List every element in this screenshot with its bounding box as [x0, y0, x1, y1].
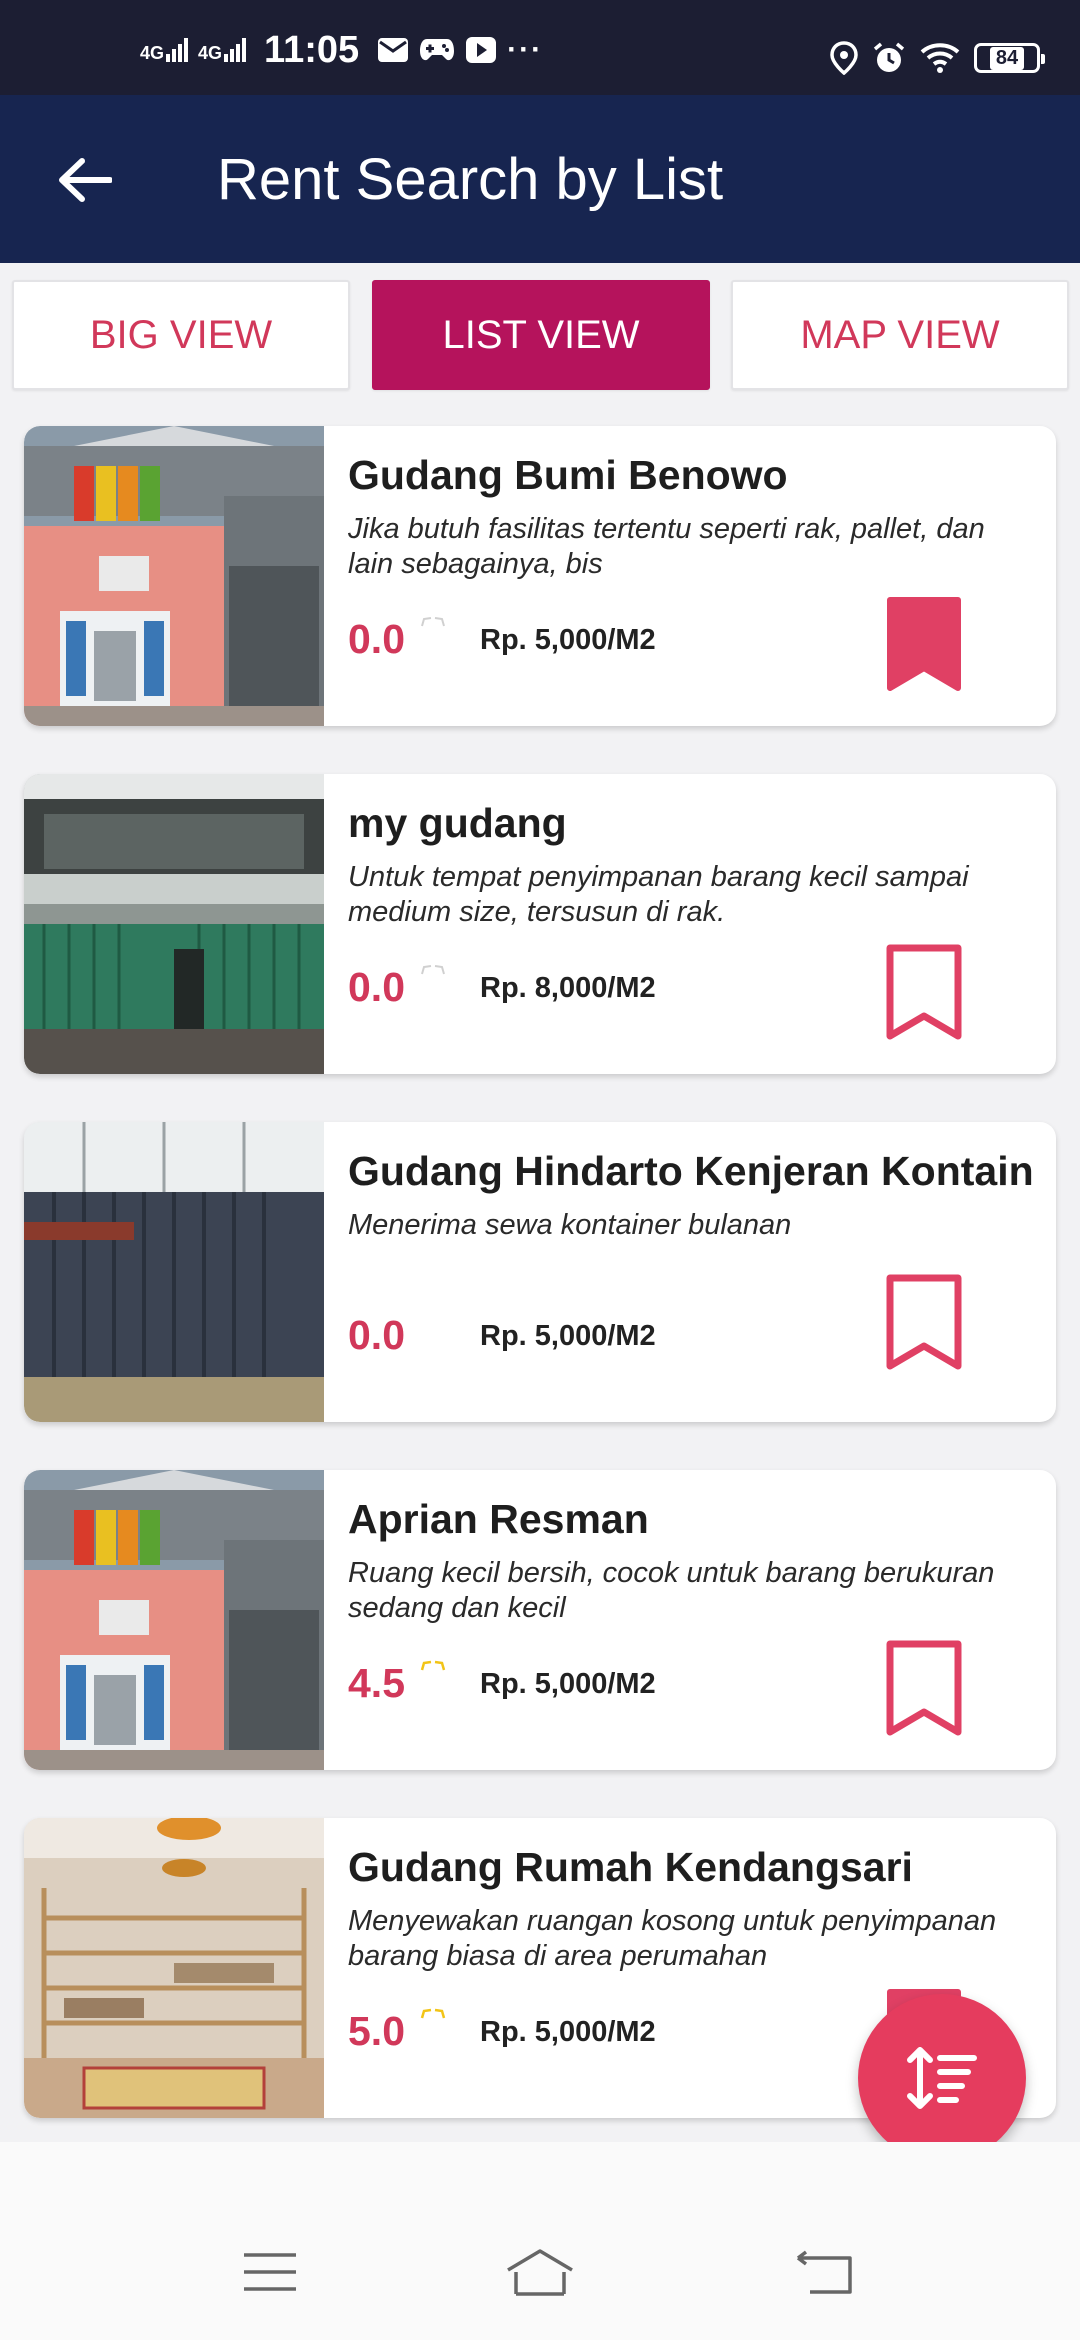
- bookmark-outline-icon[interactable]: [886, 944, 962, 1040]
- listing-image: [24, 1122, 324, 1422]
- tab-map-view[interactable]: MAP VIEW: [731, 280, 1069, 390]
- home-button[interactable]: [500, 2242, 580, 2302]
- arrow-left-icon: [59, 158, 112, 202]
- tab-big-view[interactable]: BIG VIEW: [12, 280, 350, 390]
- listing-rating: 0.0: [348, 964, 405, 1010]
- listing-title: Gudang Hindarto Kenjeran Kontain: [348, 1148, 1034, 1194]
- listing-image: [24, 1470, 324, 1770]
- gamepad-icon: [420, 39, 455, 61]
- mail-icon: [378, 38, 409, 62]
- star-empty-icon: [421, 965, 445, 975]
- signal-bars-1-icon: [166, 38, 189, 62]
- listing-description: Menyewakan ruangan kosong untuk penyimpa…: [348, 1905, 997, 1972]
- listing-card[interactable]: Gudang Bumi Benowo Jika butuh fasilitas …: [24, 426, 1056, 726]
- listing-card[interactable]: Gudang Hindarto Kenjeran Kontain Menerim…: [24, 1122, 1056, 1422]
- listing-rating: 5.0: [348, 2008, 405, 2054]
- listing-title: my gudang: [348, 800, 567, 846]
- listing-title: Aprian Resman: [348, 1496, 649, 1542]
- signal-2: 4G: [198, 38, 247, 63]
- listing-price: Rp. 5,000/M2: [480, 1668, 656, 1700]
- listing-card[interactable]: Aprian Resman Ruang kecil bersih, cocok …: [24, 1470, 1056, 1770]
- network-label-2: 4G: [198, 43, 223, 63]
- listing-description: Menerima sewa kontainer bulanan: [348, 1209, 792, 1241]
- youtube-icon: [466, 37, 497, 63]
- bookmark-outline-icon[interactable]: [886, 1640, 962, 1736]
- home-icon: [507, 2249, 573, 2296]
- signal-bars-2-icon: [224, 38, 247, 62]
- listing-description: Jika butuh fasilitas tertentu seperti ra…: [348, 513, 985, 580]
- wifi-icon: [920, 43, 960, 73]
- system-nav-bar: [0, 2142, 1080, 2340]
- sort-icon: [907, 2047, 977, 2109]
- alarm-icon: [873, 42, 905, 72]
- listing-image: [24, 426, 324, 726]
- app-bar: Rent Search by List: [0, 95, 1080, 263]
- status-right: 84: [830, 38, 1045, 78]
- listing-title: Gudang Bumi Benowo: [348, 452, 788, 498]
- star-empty-icon: [421, 617, 445, 627]
- more-notifications: ···: [507, 33, 544, 66]
- view-tabs: BIG VIEW LIST VIEW MAP VIEW: [0, 280, 1080, 392]
- listing-image: [24, 1818, 324, 2118]
- signal-1: 4G: [140, 38, 189, 63]
- battery-level: 84: [989, 46, 1025, 70]
- listing-card[interactable]: my gudang Untuk tempat penyimpanan baran…: [24, 774, 1056, 1074]
- listing-description: Ruang kecil bersih, cocok untuk barang b…: [348, 1557, 995, 1624]
- listing-rating: 0.0: [348, 616, 405, 662]
- battery-icon: 84: [974, 43, 1045, 73]
- bookmark-filled-icon[interactable]: [886, 596, 962, 692]
- status-left: 4G 4G 11:05 ···: [140, 28, 544, 71]
- listing-price: Rp. 8,000/M2: [480, 972, 656, 1004]
- status-bar: 4G 4G 11:05 ··· 84: [0, 0, 1080, 95]
- status-time: 11:05: [264, 28, 360, 71]
- network-label-1: 4G: [140, 43, 165, 63]
- back-nav-icon: [796, 2250, 852, 2294]
- listing-list[interactable]: Gudang Bumi Benowo Jika butuh fasilitas …: [0, 402, 1080, 2142]
- star-filled-icon: [420, 2008, 446, 2019]
- back-nav-button[interactable]: [784, 2242, 864, 2302]
- listing-image: [24, 774, 324, 1074]
- page-title: Rent Search by List: [217, 147, 724, 212]
- back-button[interactable]: [50, 145, 120, 215]
- listing-rating: 0.0: [348, 1312, 405, 1358]
- menu-icon: [244, 2253, 296, 2291]
- listing-price: Rp. 5,000/M2: [480, 2016, 656, 2048]
- listing-title: Gudang Rumah Kendangsari: [348, 1844, 913, 1890]
- listing-rating: 4.5: [348, 1660, 405, 1706]
- bookmark-outline-icon[interactable]: [886, 1274, 962, 1370]
- location-icon: [830, 41, 858, 75]
- tab-list-view[interactable]: LIST VIEW: [372, 280, 710, 390]
- sort-button[interactable]: [858, 1994, 1026, 2162]
- listing-description: Untuk tempat penyimpanan barang kecil sa…: [348, 861, 969, 928]
- star-filled-icon: [420, 1660, 446, 1671]
- menu-button[interactable]: [230, 2242, 310, 2302]
- listing-price: Rp. 5,000/M2: [480, 624, 656, 656]
- listing-price: Rp. 5,000/M2: [480, 1320, 656, 1352]
